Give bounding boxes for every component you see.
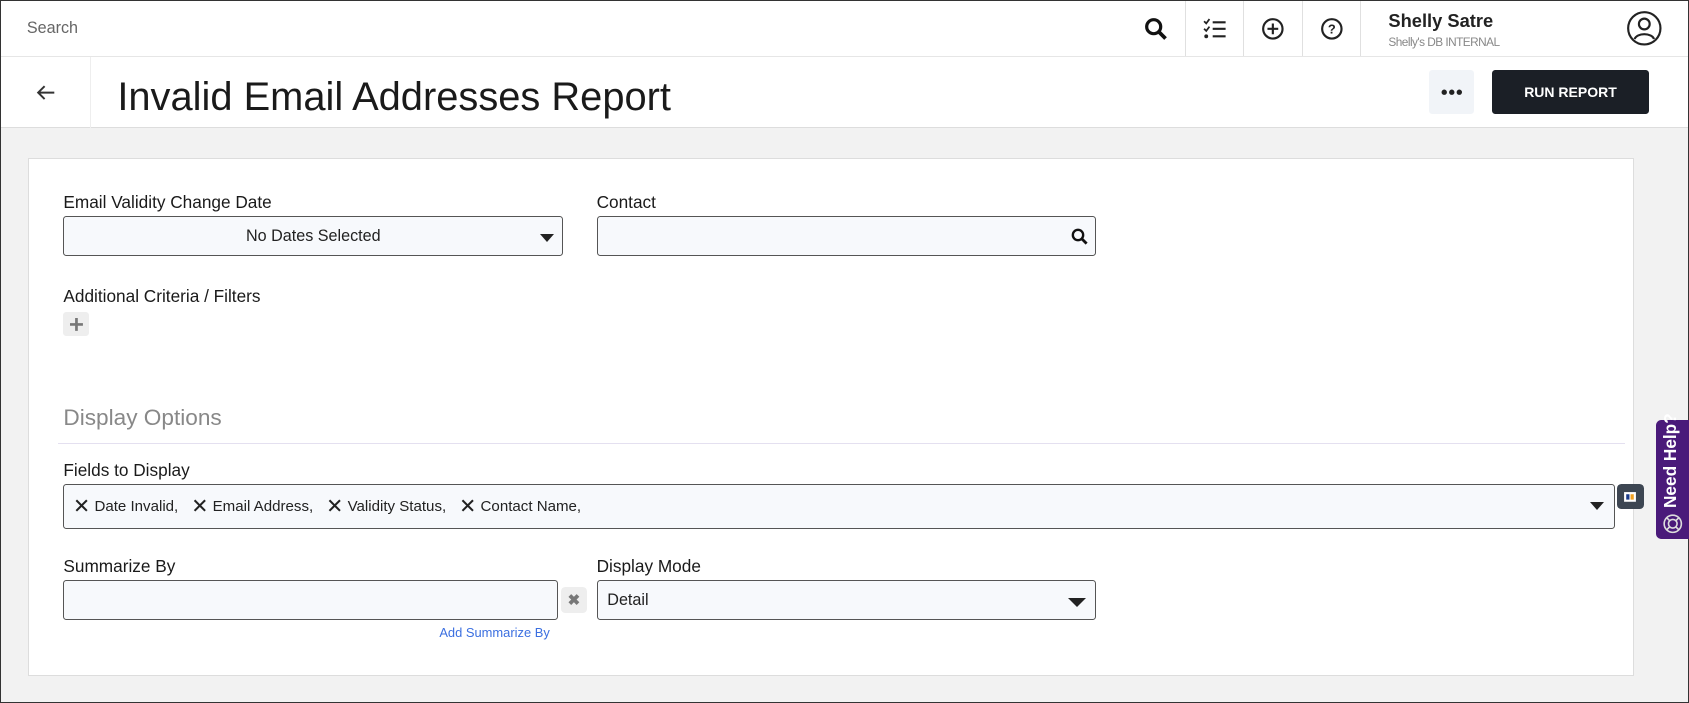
user-avatar-icon[interactable] [1626,10,1663,47]
back-button[interactable] [1,57,92,129]
checklist-icon [1203,18,1226,38]
date-range-dropdown[interactable]: No Dates Selected [63,216,564,257]
search-icon[interactable] [1071,228,1088,245]
report-criteria-panel: Email Validity Change Date No Dates Sele… [27,158,1644,677]
svg-text:?: ? [1328,21,1336,36]
arrow-left-icon [36,85,55,100]
tasks-button[interactable] [1184,1,1243,56]
field-tag: ✕ Contact Name, [459,494,581,519]
search-button[interactable] [1127,1,1185,56]
field-tag-label: Contact Name, [480,497,582,515]
field-tag: ✕ Date Invalid, [73,494,178,519]
fields-label: Fields to Display [63,459,190,480]
divider [58,442,1626,444]
add-summarize-link[interactable]: Add Summarize By [439,625,549,640]
remove-field-icon[interactable]: ✕ [191,494,208,519]
page-title: Invalid Email Addresses Report [117,75,671,120]
ellipsis-icon [1441,89,1462,95]
field-tag: ✕ Email Address, [191,494,313,519]
close-icon: ✖ [567,591,581,609]
criteria-label: Additional Criteria / Filters [63,286,261,307]
plus-circle-icon [1261,17,1284,40]
search-input[interactable] [26,19,997,39]
field-tag-label: Validity Status, [347,497,447,515]
date-label: Email Validity Change Date [63,191,272,212]
user-name: Shelly Satre [1388,9,1494,31]
need-help-tab[interactable]: Need Help? [1655,414,1689,539]
summarize-input[interactable] [63,580,558,621]
remove-field-icon[interactable]: ✕ [459,494,476,519]
field-tag: ✕ Validity Status, [326,494,446,519]
database-name: Shelly's DB INTERNAL [1388,34,1500,49]
run-report-button[interactable]: RUN REPORT [1491,69,1650,115]
display-options-heading: Display Options [63,404,222,430]
top-bar: ? Shelly Satre Shelly's DB INTERNAL [1,1,1688,57]
caret-down-icon [1589,501,1604,511]
page-header: Invalid Email Addresses Report RUN REPOR… [1,57,1688,129]
more-options-button[interactable] [1429,69,1474,115]
display-mode-label: Display Mode [596,555,701,576]
contact-label: Contact [596,191,656,212]
add-button[interactable] [1243,1,1301,56]
plus-icon [69,317,83,331]
need-help-label: Need Help? [1659,413,1680,509]
contact-input[interactable] [596,216,1097,257]
user-info[interactable]: Shelly Satre Shelly's DB INTERNAL [1388,9,1500,49]
lifebuoy-icon [1663,513,1683,533]
clear-summarize-button[interactable]: ✖ [561,586,587,613]
date-value: No Dates Selected [246,227,381,246]
help-button[interactable]: ? [1302,1,1360,56]
display-mode-value: Detail [607,591,649,610]
remove-field-icon[interactable]: ✕ [326,494,343,519]
divider [1360,1,1362,56]
field-tag-label: Email Address, [212,497,314,515]
fields-multiselect[interactable]: ✕ Date Invalid, ✕ Email Address, ✕ Validity S… [63,483,1615,529]
remove-field-icon[interactable]: ✕ [73,494,90,519]
columns-button[interactable] [1616,483,1644,510]
search-icon [1144,17,1167,40]
caret-down-icon [1067,597,1086,607]
field-tag-label: Date Invalid, [94,497,179,515]
display-mode-dropdown[interactable]: Detail [596,580,1097,621]
columns-icon [1624,491,1637,502]
summarize-label: Summarize By [63,555,176,576]
caret-down-icon [539,233,554,242]
question-circle-icon: ? [1321,17,1343,40]
add-criteria-button[interactable] [63,312,90,336]
